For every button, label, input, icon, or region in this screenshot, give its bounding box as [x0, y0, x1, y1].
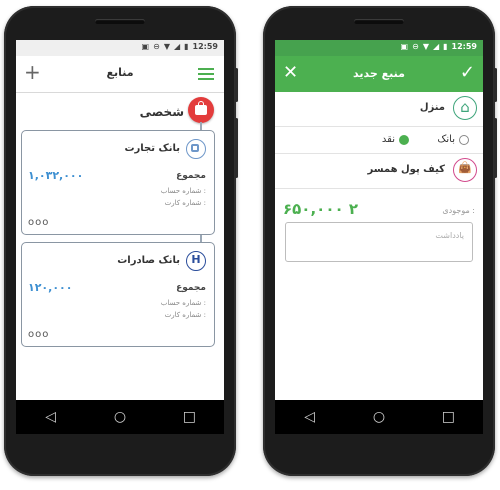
status-time: 12:59	[451, 42, 477, 51]
source-type-radio-group: بانک نقد	[275, 127, 483, 154]
home-icon[interactable]: ○	[367, 409, 391, 425]
card-number-label: شماره کارت :	[164, 199, 206, 207]
balance-amount[interactable]: ۶۵۰,۰۰۰ ٢	[283, 200, 358, 218]
source-name-row[interactable]: منزل	[275, 92, 483, 127]
sources-screen: ▣ ⊖ ▼ ◢ ▮ 12:59 + منابع شخصی بانک تجارت …	[16, 40, 224, 434]
wallet-row[interactable]: کیف پول همسر	[275, 154, 483, 189]
dnd-icon: ⊖	[153, 42, 160, 51]
speaker	[354, 19, 404, 24]
bag-icon	[188, 97, 214, 123]
wallet-name: کیف پول همسر	[367, 164, 445, 175]
page-title: منابع	[106, 66, 134, 79]
status-time: 12:59	[192, 42, 218, 51]
wifi-icon: ▼	[422, 42, 429, 51]
battery-icon: ▮	[184, 42, 189, 51]
source-card[interactable]: بانک صادرات مجموع ۱۲۰,۰۰۰ شماره حساب : ش…	[21, 242, 215, 347]
signal-icon: ◢	[432, 42, 440, 51]
wallet-icon	[453, 158, 477, 182]
bank-tejarat-icon	[186, 139, 206, 159]
recents-icon[interactable]: □	[436, 409, 460, 425]
speaker	[95, 19, 145, 24]
back-icon[interactable]: ◁	[39, 409, 63, 425]
cash-radio[interactable]: نقد	[382, 134, 409, 145]
note-placeholder: یادداشت	[435, 231, 464, 240]
power-button	[494, 118, 497, 178]
source-name: منزل	[419, 102, 445, 113]
app-header: ✕ منبع جدید ✓	[275, 56, 483, 92]
system-nav-bar: ◁ ○ □	[16, 400, 224, 434]
card-name: بانک تجارت	[124, 143, 180, 154]
cash-radio-dot[interactable]	[399, 134, 409, 145]
group-label: شخصی	[139, 105, 184, 119]
volume-button	[235, 68, 238, 102]
page-title: منبع جدید	[353, 67, 405, 80]
account-number-label: شماره حساب :	[160, 299, 206, 307]
sum-amount: ۱,۰۳۲,۰۰۰	[28, 169, 84, 182]
more-options-icon[interactable]: ooo	[28, 217, 49, 228]
back-icon[interactable]: ◁	[298, 409, 322, 425]
sum-amount: ۱۲۰,۰۰۰	[28, 281, 73, 294]
home-icon[interactable]: ○	[108, 409, 132, 425]
image-icon: ▣	[400, 42, 409, 51]
sum-label: مجموع	[176, 171, 206, 181]
note-input[interactable]: یادداشت	[285, 222, 473, 262]
cash-radio-label: نقد	[381, 134, 395, 145]
check-icon[interactable]: ✓	[460, 62, 475, 84]
account-number-label: شماره حساب :	[160, 187, 206, 195]
dnd-icon: ⊖	[412, 42, 419, 51]
house-icon	[453, 96, 477, 120]
source-card[interactable]: بانک تجارت مجموع ۱,۰۳۲,۰۰۰ شماره حساب : …	[21, 130, 215, 235]
bank-radio-label: بانک	[437, 134, 455, 145]
recents-icon[interactable]: □	[177, 409, 201, 425]
volume-button	[494, 68, 497, 102]
sum-label: مجموع	[176, 283, 206, 293]
signal-icon: ◢	[173, 42, 181, 51]
group-header[interactable]: شخصی	[16, 93, 224, 133]
image-icon: ▣	[141, 42, 150, 51]
more-options-icon[interactable]: ooo	[28, 329, 49, 340]
bank-radio-dot[interactable]	[459, 134, 469, 145]
new-source-screen: ▣ ⊖ ▼ ◢ ▮ 12:59 ✕ منبع جدید ✓ منزل بانک …	[275, 40, 483, 434]
balance-label: موجودی :	[442, 206, 475, 215]
phone-left: ▣ ⊖ ▼ ◢ ▮ 12:59 + منابع شخصی بانک تجارت …	[4, 6, 238, 476]
bank-radio[interactable]: بانک	[437, 134, 469, 145]
card-number-label: شماره کارت :	[164, 311, 206, 319]
card-name: بانک صادرات	[117, 255, 180, 266]
phone-right: ▣ ⊖ ▼ ◢ ▮ 12:59 ✕ منبع جدید ✓ منزل بانک …	[263, 6, 497, 476]
status-bar: ▣ ⊖ ▼ ◢ ▮ 12:59	[275, 40, 483, 56]
bank-saderat-icon	[186, 251, 206, 271]
system-nav-bar: ◁ ○ □	[275, 400, 483, 434]
app-header: + منابع	[16, 56, 224, 93]
menu-icon[interactable]	[198, 68, 214, 80]
status-bar: ▣ ⊖ ▼ ◢ ▮ 12:59	[16, 40, 224, 56]
power-button	[235, 118, 238, 178]
battery-icon: ▮	[443, 42, 448, 51]
wifi-icon: ▼	[163, 42, 170, 51]
